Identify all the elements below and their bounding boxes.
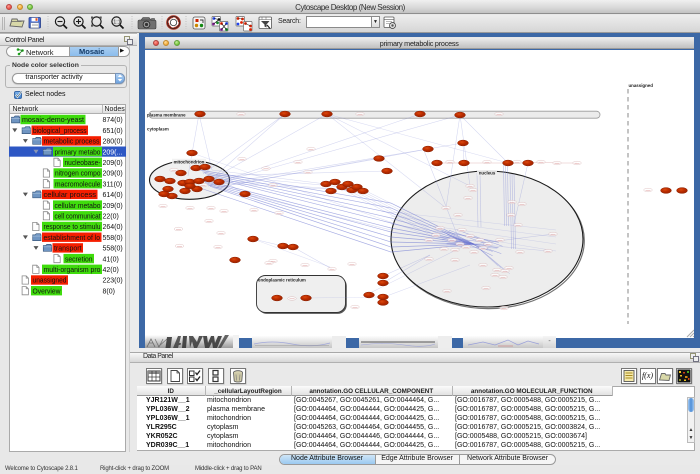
svg-text:42(0): 42(0) [103,267,119,274]
svg-text:unassigned: unassigned [629,83,654,88]
svg-text:secretion: secretion [65,254,93,263]
svg-text:establishment of lo: establishment of lo [44,233,101,242]
svg-text:transport: transport [54,244,82,253]
svg-text:cellular metabo: cellular metabo [55,201,101,210]
svg-text:mitochondrion: mitochondrion [174,160,205,165]
svg-text:endoplasmic reticulum: endoplasmic reticulum [258,278,306,283]
svg-text:8(0): 8(0) [103,288,115,295]
svg-text:41(0): 41(0) [103,256,119,263]
svg-text:cellular process: cellular process [44,190,97,199]
svg-text:cytoplasm: cytoplasm [147,127,169,132]
svg-text:nucleus: nucleus [479,171,496,176]
svg-text:metabolic process: metabolic process [44,137,100,146]
svg-text:209(0): 209(0) [103,171,123,178]
svg-text:209(...: 209(... [103,149,123,156]
svg-text:264(0): 264(0) [103,224,123,231]
svg-text:multi-organism pro: multi-organism pro [44,265,101,274]
svg-text:mosaic-demo-yeast: mosaic-demo-yeast [22,115,84,124]
svg-text:651(0): 651(0) [103,128,123,135]
svg-text:209(0): 209(0) [103,160,123,167]
svg-text:874(0): 874(0) [103,117,123,124]
svg-text:614(0): 614(0) [103,192,123,199]
svg-text:nitrogen compo: nitrogen compo [55,169,101,178]
svg-text:nucleobase-: nucleobase- [65,158,102,167]
svg-text:22(0): 22(0) [103,214,119,221]
svg-text:280(0): 280(0) [103,139,123,146]
svg-text:response to stimulu: response to stimulu [44,222,101,231]
svg-text:311(0): 311(0) [103,181,123,188]
svg-text:cell communicat: cell communicat [55,212,101,221]
svg-text:209(0): 209(0) [103,203,123,210]
svg-text:223(0): 223(0) [103,278,123,285]
svg-text:unassigned: unassigned [33,276,67,285]
svg-text:primary metabo: primary metabo [55,147,101,156]
svg-text:Overview: Overview [33,286,62,295]
svg-text:plasma membrane: plasma membrane [147,113,186,118]
svg-text:biological_process: biological_process [33,126,87,135]
svg-text:558(0): 558(0) [103,246,123,253]
svg-text:558(0): 558(0) [103,235,123,242]
svg-text:macromolecule: macromolecule [55,179,101,188]
